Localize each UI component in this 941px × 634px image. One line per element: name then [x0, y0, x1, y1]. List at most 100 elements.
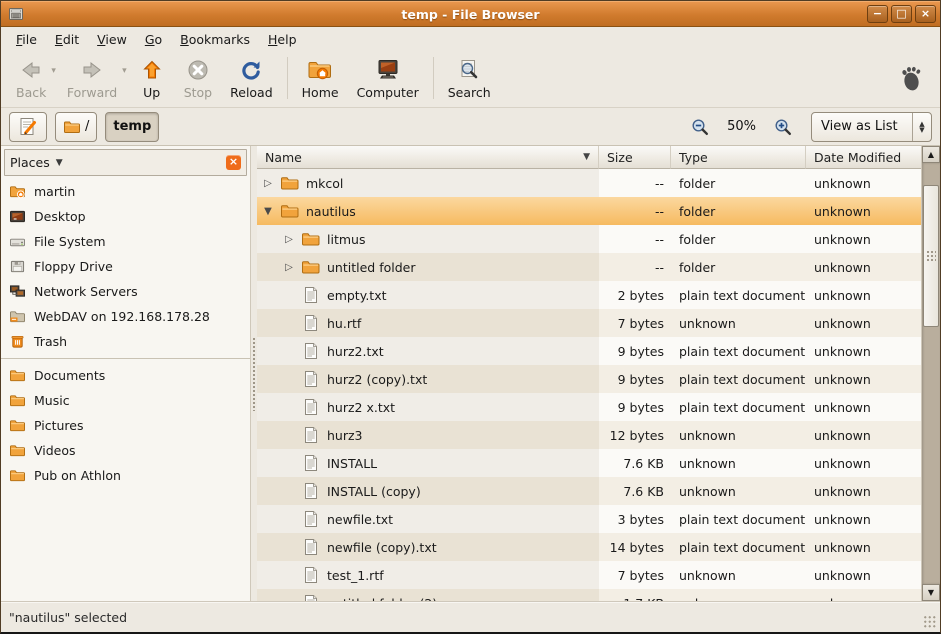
forward-dropdown-icon[interactable]: ▾: [122, 66, 127, 76]
file-type-cell: plain text document: [671, 365, 806, 393]
sidebar-item-webdav[interactable]: WebDAV on 192.168.178.28: [1, 304, 250, 329]
table-row[interactable]: hurz312 bytesunknownunknown: [257, 421, 921, 449]
file-name-cell[interactable]: hurz2 x.txt: [257, 393, 599, 421]
file-type-cell: plain text document: [671, 281, 806, 309]
scrollbar-trough[interactable]: [922, 163, 940, 584]
minimize-button[interactable]: −: [867, 5, 888, 23]
file-type-cell: folder: [671, 197, 806, 225]
sidebar-item-trash[interactable]: Trash: [1, 329, 250, 354]
file-type-cell: unknown: [671, 561, 806, 589]
sidebar-item-network[interactable]: Network Servers: [1, 279, 250, 304]
column-header-type[interactable]: Type: [671, 146, 806, 169]
column-header-date-modified[interactable]: Date Modified: [806, 146, 921, 169]
toggle-location-entry-button[interactable]: [9, 112, 47, 142]
root-path-button[interactable]: /: [55, 112, 97, 142]
sidebar-item-music[interactable]: Music: [1, 388, 250, 413]
close-button[interactable]: ×: [915, 5, 936, 23]
menu-bookmarks[interactable]: Bookmarks: [171, 29, 259, 50]
scroll-up-icon[interactable]: ▲: [922, 146, 940, 163]
column-header-size[interactable]: Size: [599, 146, 671, 169]
file-name-cell[interactable]: hurz3: [257, 421, 599, 449]
table-row[interactable]: INSTALL (copy)7.6 KBunknownunknown: [257, 477, 921, 505]
table-row[interactable]: ▷litmus--folderunknown: [257, 225, 921, 253]
sidebar-item-documents[interactable]: Documents: [1, 363, 250, 388]
search-button[interactable]: Search: [439, 55, 500, 102]
sidebar-item-videos[interactable]: Videos: [1, 438, 250, 463]
file-size-cell: 9 bytes: [599, 365, 671, 393]
computer-button[interactable]: Computer: [348, 55, 428, 102]
file-name-cell[interactable]: hurz2.txt: [257, 337, 599, 365]
expander-collapsed-icon[interactable]: ▷: [283, 262, 295, 273]
table-row[interactable]: untitled folder (2)1.7 KBunknownunknown: [257, 589, 921, 601]
scroll-down-icon[interactable]: ▼: [922, 584, 940, 601]
table-row[interactable]: newfile (copy).txt14 bytesplain text doc…: [257, 533, 921, 561]
file-date-cell: unknown: [806, 281, 921, 309]
file-name-cell[interactable]: ▼nautilus: [257, 197, 599, 225]
table-row[interactable]: empty.txt2 bytesplain text documentunkno…: [257, 281, 921, 309]
back-dropdown-icon[interactable]: ▾: [51, 66, 56, 76]
sidebar-item-floppy[interactable]: Floppy Drive: [1, 254, 250, 279]
hard-drive-icon: [9, 234, 26, 249]
table-row[interactable]: hurz2 (copy).txt9 bytesplain text docume…: [257, 365, 921, 393]
file-name-cell[interactable]: newfile.txt: [257, 505, 599, 533]
file-name-cell[interactable]: hu.rtf: [257, 309, 599, 337]
table-row[interactable]: ▷untitled folder--folderunknown: [257, 253, 921, 281]
menu-help[interactable]: Help: [259, 29, 306, 50]
stop-button[interactable]: Stop: [175, 55, 221, 102]
sidebar-item-pub-on-athlon[interactable]: Pub on Athlon: [1, 463, 250, 488]
file-date-cell: unknown: [806, 337, 921, 365]
sidebar-item-home[interactable]: martin: [1, 179, 250, 204]
file-size-cell: 7.6 KB: [599, 449, 671, 477]
sidebar-item-desktop[interactable]: Desktop: [1, 204, 250, 229]
file-name-cell[interactable]: empty.txt: [257, 281, 599, 309]
resize-grip[interactable]: [923, 615, 937, 629]
vertical-scrollbar[interactable]: ▲ ▼: [921, 146, 940, 601]
spinner-arrows-icon[interactable]: ▲▼: [912, 113, 931, 141]
expander-collapsed-icon[interactable]: ▷: [262, 178, 274, 189]
file-name-cell[interactable]: INSTALL: [257, 449, 599, 477]
table-row[interactable]: hurz2 x.txt9 bytesplain text documentunk…: [257, 393, 921, 421]
zoom-in-icon[interactable]: [773, 117, 793, 137]
file-name-cell[interactable]: untitled folder (2): [257, 589, 599, 601]
text-file-icon: [301, 398, 320, 416]
column-header-name[interactable]: Name ▼: [257, 146, 599, 169]
back-button[interactable]: Back: [7, 55, 55, 102]
file-name-cell[interactable]: INSTALL (copy): [257, 477, 599, 505]
menu-edit[interactable]: Edit: [46, 29, 88, 50]
up-button[interactable]: Up: [129, 55, 175, 102]
menu-go[interactable]: Go: [136, 29, 171, 50]
maximize-button[interactable]: □: [891, 5, 912, 23]
expander-expanded-icon[interactable]: ▼: [262, 206, 274, 217]
forward-button[interactable]: Forward: [58, 55, 126, 102]
current-path-button[interactable]: temp: [105, 112, 159, 142]
menu-view[interactable]: View: [88, 29, 136, 50]
file-name-cell[interactable]: newfile (copy).txt: [257, 533, 599, 561]
table-row[interactable]: ▼nautilus--folderunknown: [257, 197, 921, 225]
stop-label: Stop: [184, 85, 212, 100]
file-name-cell[interactable]: ▷litmus: [257, 225, 599, 253]
zoom-out-icon[interactable]: [690, 117, 710, 137]
file-name: newfile.txt: [327, 512, 393, 527]
table-row[interactable]: test_1.rtf7 bytesunknownunknown: [257, 561, 921, 589]
table-row[interactable]: newfile.txt3 bytesplain text documentunk…: [257, 505, 921, 533]
sidebar-item-pictures[interactable]: Pictures: [1, 413, 250, 438]
reload-button[interactable]: Reload: [221, 55, 282, 102]
file-name-cell[interactable]: ▷untitled folder: [257, 253, 599, 281]
table-row[interactable]: ▷mkcol--folderunknown: [257, 169, 921, 197]
menu-file[interactable]: File: [7, 29, 46, 50]
scrollbar-thumb[interactable]: [923, 185, 939, 327]
table-row[interactable]: INSTALL7.6 KBunknownunknown: [257, 449, 921, 477]
file-name-cell[interactable]: ▷mkcol: [257, 169, 599, 197]
sidebar-item-file-system[interactable]: File System: [1, 229, 250, 254]
file-name-cell[interactable]: hurz2 (copy).txt: [257, 365, 599, 393]
file-name-cell[interactable]: test_1.rtf: [257, 561, 599, 589]
table-row[interactable]: hurz2.txt9 bytesplain text documentunkno…: [257, 337, 921, 365]
close-sidebar-button[interactable]: ×: [226, 155, 241, 170]
table-row[interactable]: hu.rtf7 bytesunknownunknown: [257, 309, 921, 337]
location-bar: / temp 50% View as List ▲▼: [1, 108, 940, 146]
home-button[interactable]: Home: [293, 55, 348, 102]
places-header[interactable]: Places ▼ ×: [4, 149, 247, 176]
view-mode-selector[interactable]: View as List ▲▼: [811, 112, 932, 142]
expander-collapsed-icon[interactable]: ▷: [283, 234, 295, 245]
titlebar[interactable]: temp - File Browser − □ ×: [1, 1, 940, 27]
